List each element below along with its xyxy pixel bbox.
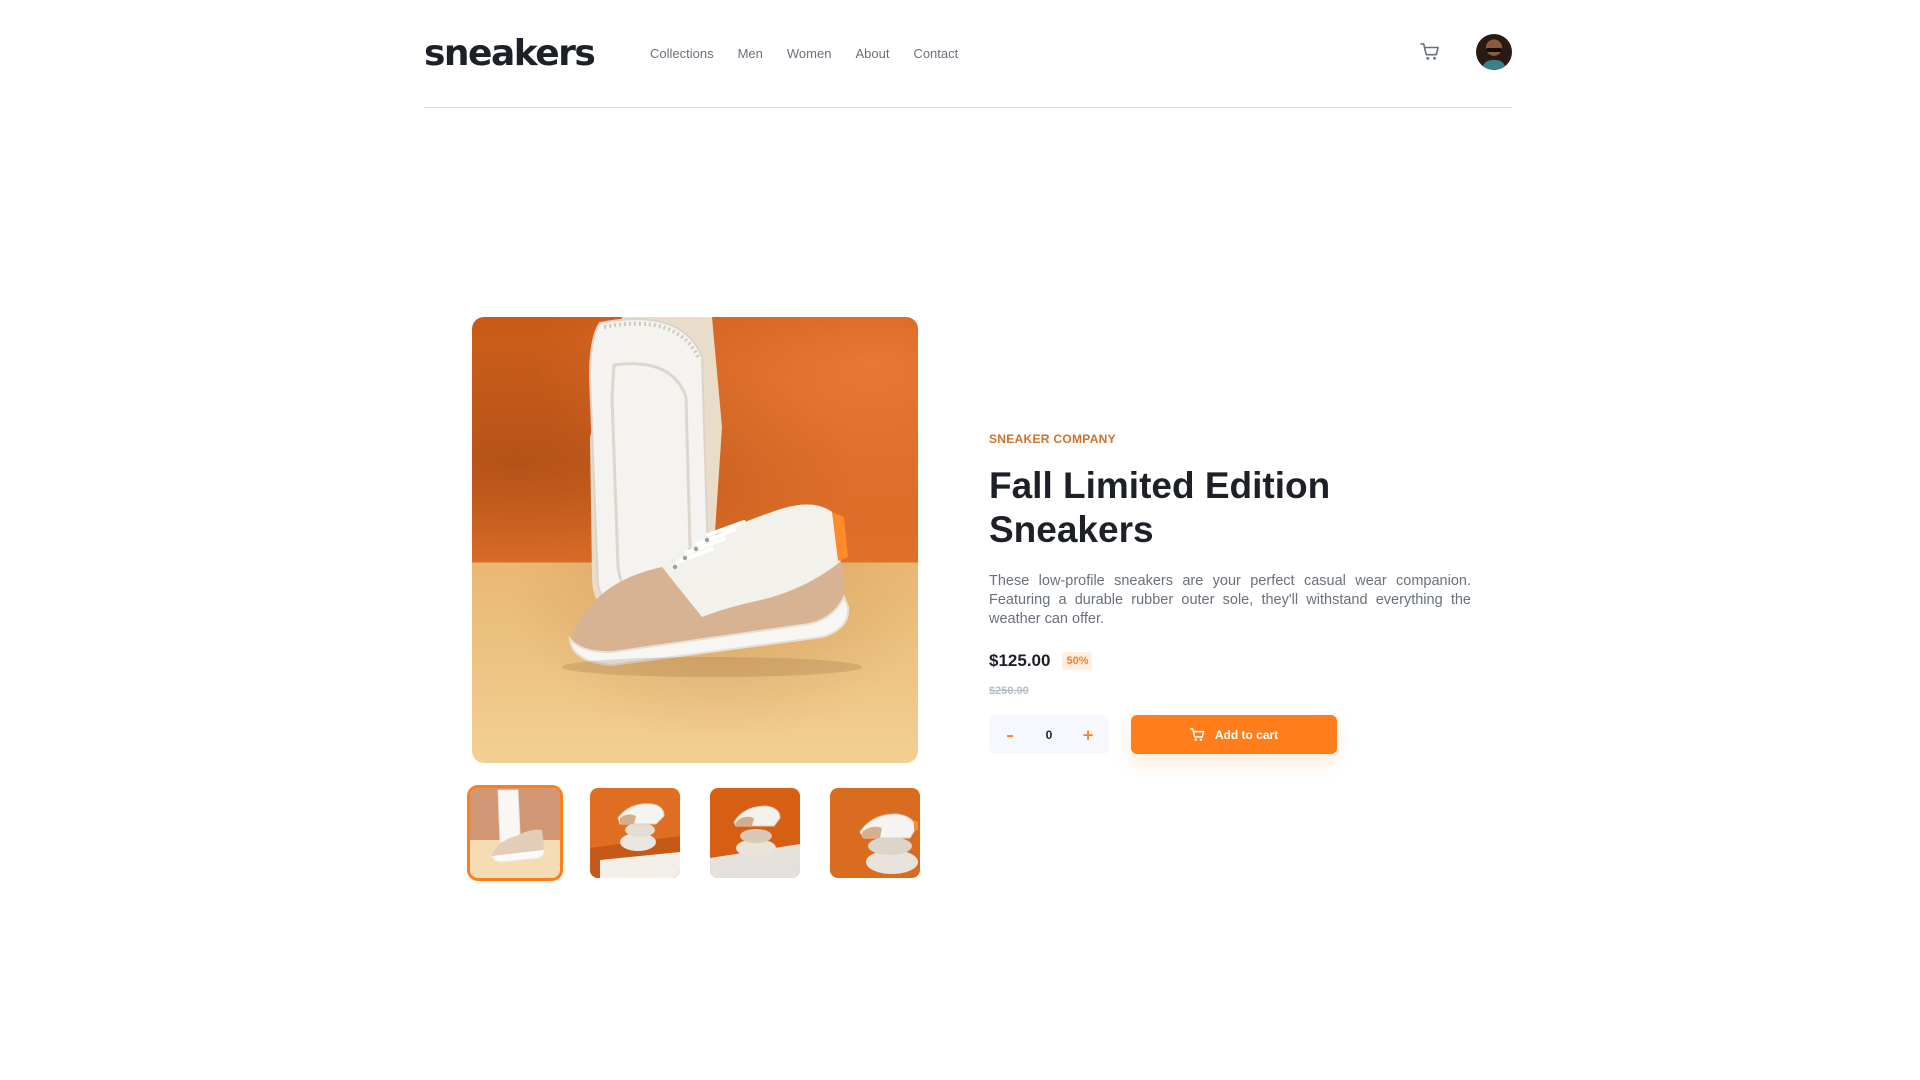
increase-quantity-button[interactable]: + xyxy=(1079,726,1097,744)
main-product-image[interactable] xyxy=(472,317,918,763)
nav-men[interactable]: Men xyxy=(738,44,763,64)
product-description: These low-profile sneakers are your perf… xyxy=(989,573,1471,627)
avatar-sunglasses xyxy=(1486,48,1502,52)
avatar-shirt xyxy=(1482,60,1506,70)
logo[interactable]: sneakers xyxy=(424,30,596,78)
quantity-value: 0 xyxy=(1045,727,1053,742)
product-info: SNEAKER COMPANY Fall Limited Edition Sne… xyxy=(989,430,1471,754)
main-nav: Collections Men Women About Contact xyxy=(650,44,958,64)
thumbnail-image-2 xyxy=(590,788,680,878)
nav-contact[interactable]: Contact xyxy=(913,44,958,64)
thumbnail-image-1 xyxy=(470,788,560,878)
thumbnail-image-4 xyxy=(830,788,920,878)
cart-actions: – 0 + Add to cart xyxy=(989,715,1471,754)
thumbnail-1[interactable] xyxy=(467,785,563,881)
price-row: $125.00 50% xyxy=(989,649,1471,673)
decrease-quantity-button[interactable]: – xyxy=(1001,726,1019,744)
thumbnail-2[interactable] xyxy=(590,788,680,878)
discount-badge: 50% xyxy=(1062,652,1093,670)
cart-icon xyxy=(1189,727,1205,741)
thumbnail-gallery xyxy=(467,785,920,882)
nav-women[interactable]: Women xyxy=(787,44,832,64)
thumbnail-image-3 xyxy=(710,788,800,878)
add-to-cart-label: Add to cart xyxy=(1214,727,1279,742)
company-label: SNEAKER COMPANY xyxy=(989,432,1116,446)
sneaker-photo xyxy=(562,317,862,677)
nav-collections[interactable]: Collections xyxy=(650,44,714,64)
cart-button[interactable] xyxy=(1418,40,1442,64)
site-header: sneakers Collections Men Women About Con… xyxy=(424,0,1512,108)
quantity-stepper: – 0 + xyxy=(989,715,1109,754)
nav-about[interactable]: About xyxy=(855,44,889,64)
cart-icon xyxy=(1420,43,1439,60)
user-avatar[interactable] xyxy=(1476,34,1512,70)
thumbnail-3[interactable] xyxy=(710,788,800,878)
add-to-cart-button[interactable]: Add to cart xyxy=(1131,715,1337,754)
thumbnail-4[interactable] xyxy=(830,788,920,878)
current-price: $125.00 xyxy=(989,651,1051,670)
product-page: sneakers Collections Men Women About Con… xyxy=(0,0,1920,1080)
product-title: Fall Limited Edition Sneakers xyxy=(989,465,1331,550)
original-price: $250.00 xyxy=(989,685,1029,697)
